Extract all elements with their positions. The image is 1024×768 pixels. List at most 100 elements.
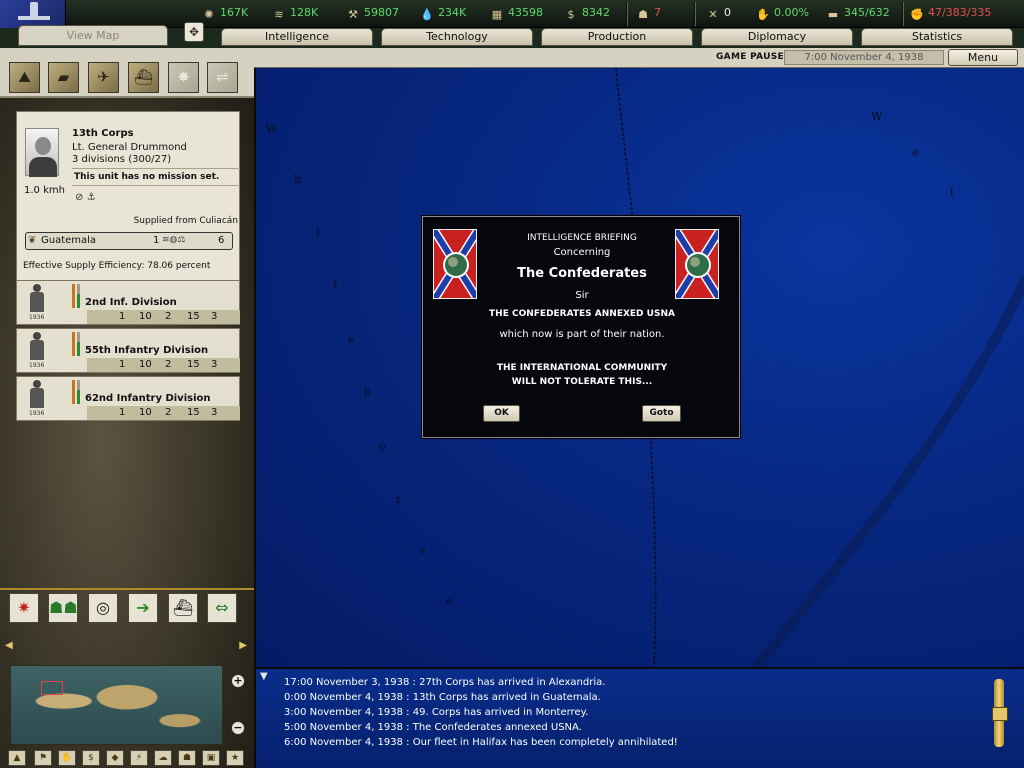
map-filter-political[interactable]: ⚑	[34, 750, 52, 766]
map-filter-diplomatic[interactable]: ✋	[58, 750, 76, 766]
swap-icon: ⇔	[215, 598, 229, 617]
log-entry[interactable]: 17:00 November 3, 1938 : 27th Corps has …	[284, 677, 678, 692]
oil-icon: 💧	[420, 8, 434, 21]
division-stat: 2	[165, 311, 172, 322]
map-filter-infrastructure[interactable]: ▣	[202, 750, 220, 766]
map-label: e	[912, 146, 919, 159]
weather-filter-icon: ☁	[158, 753, 168, 763]
log-entry[interactable]: 6:00 November 4, 1938 : Our fleet in Hal…	[284, 737, 678, 752]
split-unit-button[interactable]: ☗☗	[48, 593, 78, 623]
anchor-icon[interactable]: ⚓	[87, 192, 96, 203]
division-card[interactable]: 1936 62nd Infantry Division 1 10 2 15 3	[16, 376, 240, 421]
division-stat: 10	[139, 407, 152, 418]
resource-oil[interactable]: 💧 234K	[420, 6, 466, 22]
division-card[interactable]: 1936 2nd Inf. Division 1 10 2 15 3	[16, 280, 240, 325]
division-stat: 1	[119, 407, 126, 418]
divider	[694, 2, 696, 26]
transport-mode-button[interactable]: ⇌	[207, 62, 238, 93]
minimap-viewport[interactable]	[41, 681, 63, 695]
money-value: 8342	[582, 6, 610, 19]
army-mode-button[interactable]: ▰	[48, 62, 79, 93]
map-label: h	[364, 386, 372, 399]
scroll-left-icon[interactable]: ◀	[5, 640, 13, 651]
convoys-value: 345/632	[844, 6, 890, 19]
resource-convoys[interactable]: ▬ 345/632	[826, 6, 890, 22]
ship-icon: ⛴	[133, 68, 154, 86]
map-filter-economy[interactable]: $	[82, 750, 100, 766]
flag-graphic	[676, 230, 718, 298]
division-model-year: 1936	[29, 362, 45, 369]
division-stat: 1	[119, 359, 126, 370]
resource-money[interactable]: $8342	[564, 6, 611, 22]
division-name: 62nd Infantry Division	[85, 393, 211, 404]
tab-technology[interactable]: Technology	[381, 28, 533, 46]
map-label: o	[379, 440, 386, 453]
division-card[interactable]: 1936 55th Infantry Division 1 10 2 15 3	[16, 328, 240, 373]
unit-location[interactable]: ❦ Guatemala 1 ≋◍⚖ 6	[25, 232, 233, 250]
resource-rare-materials[interactable]: ⚒ 59807	[346, 6, 399, 22]
reassign-button[interactable]: ⇔	[207, 593, 237, 623]
strength-organisation-bars	[72, 380, 82, 404]
divider	[626, 2, 628, 26]
map-filter-supply[interactable]: ⚡	[130, 750, 148, 766]
map-label: s	[420, 544, 426, 557]
resource-energy[interactable]: ✺ 167K	[202, 6, 248, 22]
ic-value: 47/383/335	[928, 6, 992, 19]
tab-view-map[interactable]: View Map	[18, 25, 168, 46]
menu-button[interactable]: Menu	[948, 49, 1018, 66]
map-filter-terrain[interactable]: ▲	[8, 750, 26, 766]
no-entry-icon[interactable]: ⊘	[75, 192, 83, 203]
resource-dissent[interactable]: ✋ 0.00%	[756, 6, 809, 22]
ok-button[interactable]: OK	[483, 405, 520, 422]
land-map-mode-button[interactable]: ⛰	[9, 62, 40, 93]
embark-button[interactable]: ⛴	[168, 593, 198, 623]
map-filter-partisans[interactable]: ☗	[178, 750, 196, 766]
log-entry[interactable]: 5:00 November 4, 1938 : The Confederates…	[284, 722, 678, 737]
map-label: h	[294, 173, 302, 186]
unit-division-count: 3 divisions (300/27)	[72, 154, 172, 165]
map-filter-resources[interactable]: ◆	[106, 750, 124, 766]
tab-statistics[interactable]: Statistics	[861, 28, 1013, 46]
air-mode-button[interactable]: ✈	[88, 62, 119, 93]
zoom-in-button[interactable]: +	[231, 674, 245, 688]
flag-graphic	[434, 230, 476, 298]
resource-supplies[interactable]: ▦ 43598	[490, 6, 543, 22]
partisan-filter-icon: ☗	[182, 753, 192, 763]
minimap[interactable]	[10, 665, 223, 745]
move-icon[interactable]: ✥	[184, 22, 204, 42]
soldiers-icon: ☗☗	[49, 598, 78, 617]
division-stat: 2	[165, 407, 172, 418]
resource-transports[interactable]: ✕ 0	[706, 6, 731, 22]
map-filter-weather[interactable]: ☁	[154, 750, 172, 766]
collapse-log-icon[interactable]: ▼	[260, 671, 268, 682]
resource-metal[interactable]: ≋ 128K	[272, 6, 318, 22]
national-flag[interactable]	[0, 0, 66, 28]
dialog-event-headline: THE CONFEDERATES ANNEXED USNA	[489, 309, 675, 319]
division-stat: 15	[187, 311, 200, 322]
tab-diplomacy[interactable]: Diplomacy	[701, 28, 853, 46]
resource-manpower[interactable]: ☗ 7	[636, 6, 661, 22]
tab-production[interactable]: Production	[541, 28, 693, 46]
resource-industrial-capacity[interactable]: ✊ 47/383/335	[910, 6, 991, 22]
unit-commander: Lt. General Drummond	[72, 142, 187, 153]
target-button[interactable]: ◎	[88, 593, 118, 623]
move-order-button[interactable]: ➔	[128, 593, 158, 623]
division-stats: 1 10 2 15 3	[87, 358, 240, 372]
general-portrait[interactable]	[25, 128, 59, 177]
map-filter-victory[interactable]: ★	[226, 750, 244, 766]
zoom-out-button[interactable]: −	[231, 721, 245, 735]
message-log: ▼ 17:00 November 3, 1938 : 27th Corps ha…	[254, 667, 1024, 768]
flag-filter-icon: ⚑	[38, 753, 48, 763]
log-scrollbar[interactable]	[992, 679, 1008, 747]
navy-mode-button[interactable]: ⛴	[128, 62, 159, 93]
tab-intelligence[interactable]: Intelligence	[221, 28, 373, 46]
division-stat: 3	[211, 407, 218, 418]
unit-scroll: ◀ ▶	[0, 640, 254, 652]
log-entry[interactable]: 3:00 November 4, 1938 : 49. Corps has ar…	[284, 707, 678, 722]
scroll-right-icon[interactable]: ▶	[239, 640, 247, 651]
log-entry[interactable]: 0:00 November 4, 1938 : 13th Corps has a…	[284, 692, 678, 707]
disband-button[interactable]: ✷	[9, 593, 39, 623]
infrastructure-filter-icon: ▣	[206, 753, 216, 763]
goto-button[interactable]: Goto	[642, 405, 681, 422]
combat-mode-button[interactable]: ✸	[168, 62, 199, 93]
